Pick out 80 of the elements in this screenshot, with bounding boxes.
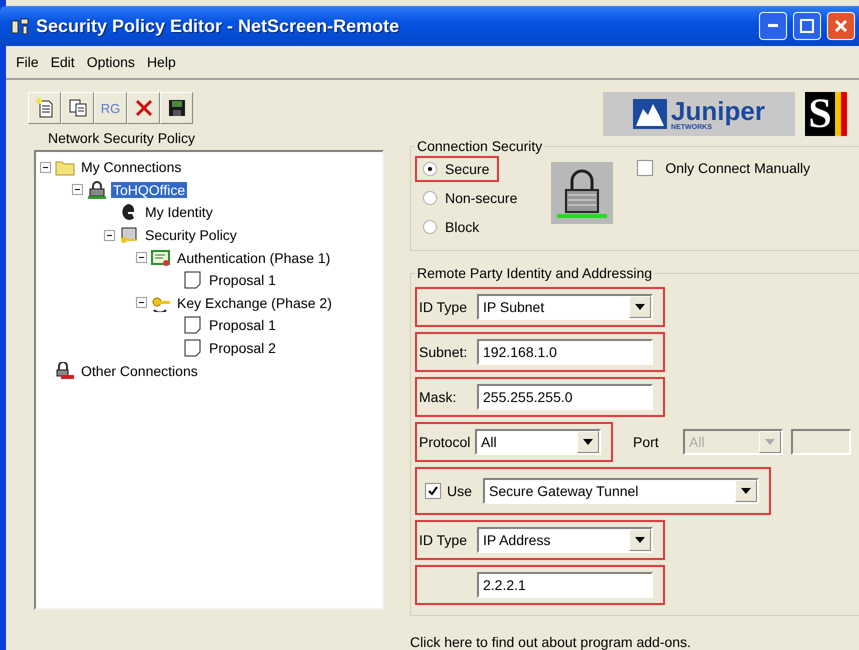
toolbar-button[interactable] <box>28 92 61 124</box>
tree-item[interactable]: Proposal 1 <box>207 317 278 334</box>
toolbar-button[interactable] <box>160 92 193 124</box>
field-label: Protocol <box>419 434 469 450</box>
collapse-toggle[interactable] <box>136 297 147 308</box>
radio-label: Non-secure <box>445 190 518 206</box>
field-label: ID Type <box>419 532 468 548</box>
radio-option[interactable]: Secure <box>415 156 500 182</box>
close-button[interactable] <box>827 12 855 40</box>
input-field[interactable]: 192.168.1.0 <box>477 339 653 365</box>
menu-item[interactable]: File <box>12 54 43 70</box>
checkbox-label: Use <box>447 483 473 499</box>
panel-title: Network Security Policy <box>48 130 196 146</box>
input-field[interactable]: 255.255.255.0 <box>477 384 653 410</box>
tree-item[interactable]: Proposal 2 <box>207 340 278 356</box>
field-label: Mask: <box>419 389 458 405</box>
tree-item[interactable]: Authentication (Phase 1) <box>175 250 332 266</box>
document-icon <box>183 339 203 358</box>
document-icon <box>183 316 203 334</box>
menu-item[interactable]: Edit <box>46 54 79 70</box>
padlock-icon <box>87 180 107 199</box>
caret-icon <box>765 439 775 445</box>
document-icon <box>183 271 203 290</box>
collapse-toggle[interactable] <box>136 252 147 264</box>
group-title: Remote Party Identity and Addressing <box>416 265 654 281</box>
flag-stripes-icon <box>835 92 847 136</box>
radio-button[interactable] <box>423 191 437 205</box>
input-field[interactable]: 2.2.2.1 <box>477 572 653 598</box>
maximize-button[interactable] <box>793 12 821 40</box>
caret-icon <box>635 304 645 310</box>
radio-label: Block <box>445 219 480 235</box>
caret-icon <box>635 537 645 543</box>
dropdown[interactable]: IP Address <box>477 527 653 553</box>
field-label: Port <box>633 434 660 450</box>
certificate-icon <box>151 248 171 267</box>
padlock-icon <box>55 362 75 380</box>
save-icon <box>166 98 186 118</box>
logo-mark: S <box>805 92 835 136</box>
maximize-icon <box>800 19 814 33</box>
caret-icon <box>583 439 593 445</box>
delete-icon <box>134 98 154 118</box>
dropdown[interactable]: Secure Gateway Tunnel <box>483 478 759 504</box>
info-link[interactable]: Click here to find out about program add-ons. <box>410 634 859 650</box>
collapse-toggle[interactable] <box>104 230 115 241</box>
toolbar-button[interactable] <box>61 92 94 124</box>
checkbox[interactable] <box>425 483 441 499</box>
minimize-icon <box>768 24 778 28</box>
radio-button[interactable] <box>423 162 437 176</box>
caret-icon <box>741 488 751 494</box>
tree-item[interactable]: Key Exchange (Phase 2) <box>175 294 334 311</box>
menu-item[interactable]: Help <box>142 54 180 70</box>
radio-button[interactable] <box>423 220 437 234</box>
collapse-toggle[interactable] <box>40 162 51 173</box>
close-icon <box>834 19 848 33</box>
tree-item[interactable]: Security Policy <box>143 227 239 244</box>
radio-label: Secure <box>445 161 490 177</box>
window-title: Security Policy Editor - NetScreen-Remote <box>36 16 400 36</box>
dropdown[interactable]: IP Subnet <box>477 294 653 320</box>
dropdown[interactable]: All <box>475 429 601 455</box>
padlock-icon <box>551 162 614 224</box>
collapse-toggle[interactable] <box>72 184 83 196</box>
tree-item[interactable]: Proposal 1 <box>207 272 278 288</box>
copy-icon <box>68 98 88 118</box>
field-label: ID Type <box>419 299 468 315</box>
tree-item[interactable]: ToHQOffice <box>111 182 188 198</box>
brand-name: Juniper <box>671 98 765 124</box>
app-icon <box>10 17 30 35</box>
new-document-icon <box>34 98 54 118</box>
folder-key-icon <box>119 226 139 244</box>
checkbox-option[interactable]: Only Connect Manually <box>637 160 810 176</box>
radio-option[interactable]: Non-secure <box>415 185 528 211</box>
minimize-button[interactable] <box>759 12 787 40</box>
radio-option[interactable]: Block <box>415 214 490 240</box>
tree-item[interactable]: My Connections <box>79 159 184 176</box>
field-label: Subnet: <box>419 344 468 360</box>
group-title: Connection Security <box>416 138 544 154</box>
menu-item[interactable]: Options <box>82 54 139 70</box>
tree-logo-icon <box>633 99 668 129</box>
tree-item[interactable]: Other Connections <box>79 362 200 379</box>
tree-item[interactable]: My Identity <box>143 204 215 220</box>
